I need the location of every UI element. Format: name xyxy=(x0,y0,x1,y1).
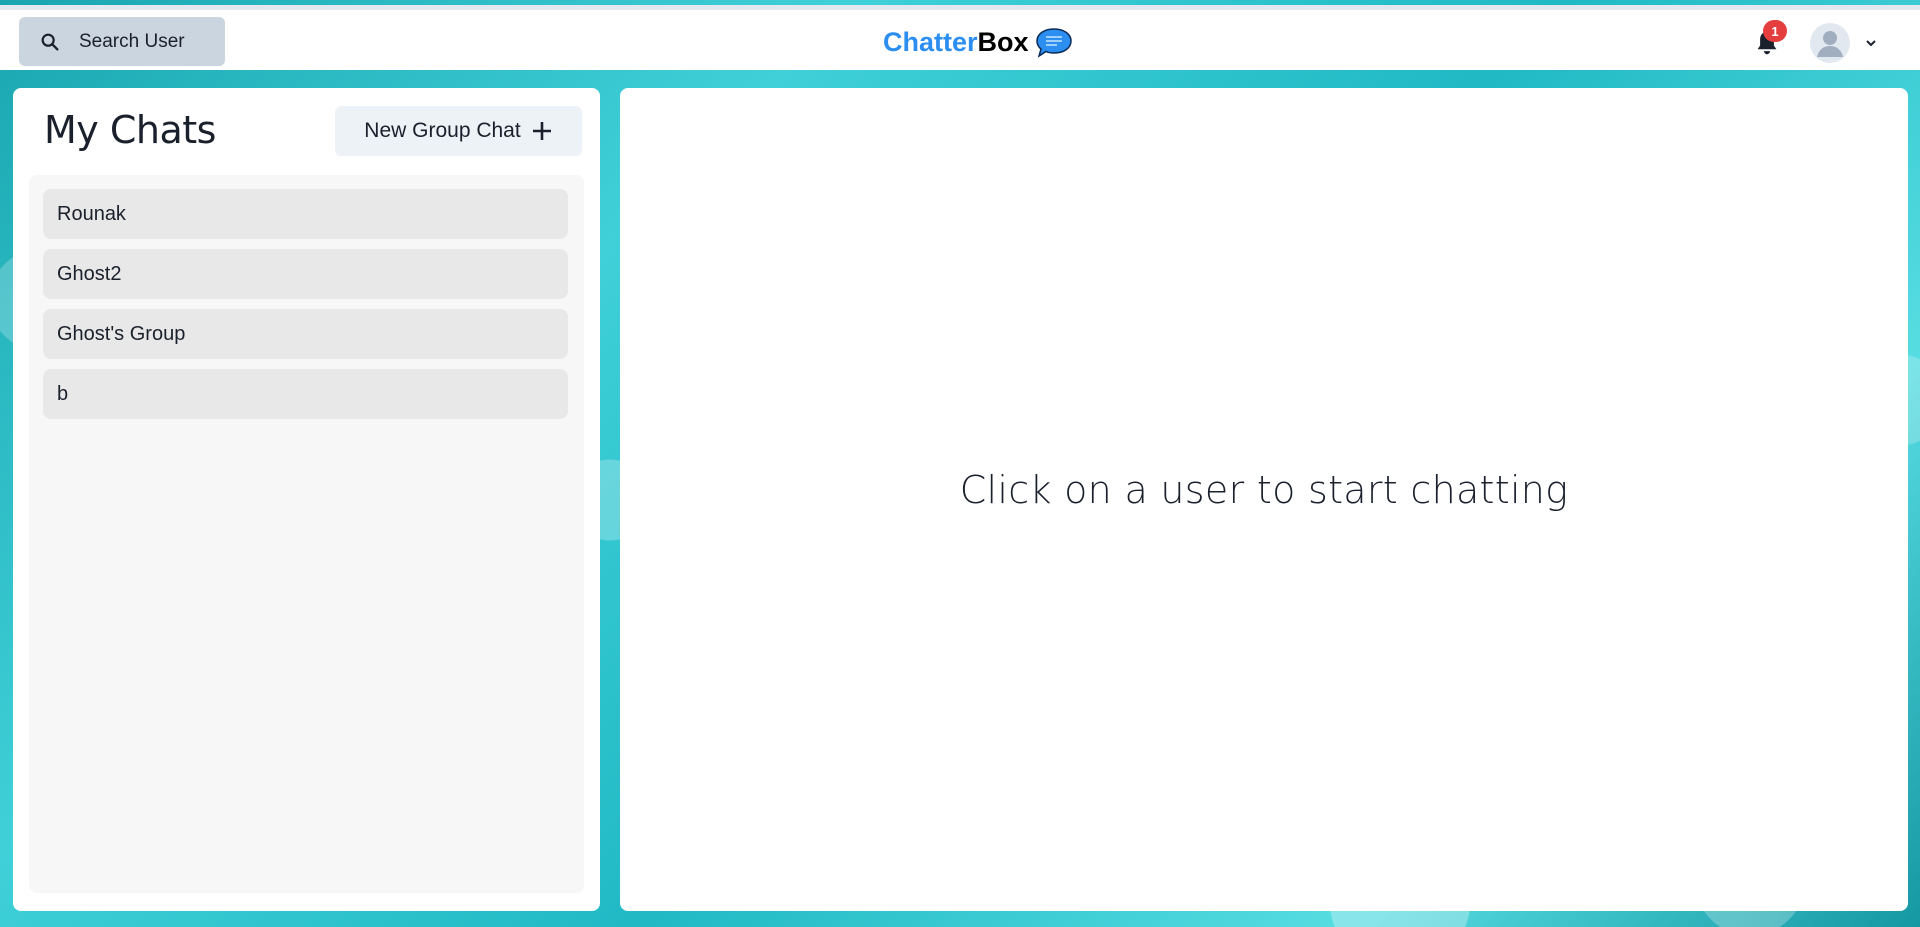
new-group-chat-label: New Group Chat xyxy=(364,119,521,142)
app-logo: Chatter Box xyxy=(883,20,1073,65)
chat-name: b xyxy=(57,382,69,405)
chat-list-item[interactable]: Ghost2 xyxy=(43,249,568,299)
new-group-chat-button[interactable]: New Group Chat xyxy=(335,106,582,156)
chat-name: Ghost's Group xyxy=(57,322,186,345)
notification-badge: 1 xyxy=(1763,20,1787,42)
brand-name-second: Box xyxy=(977,27,1029,57)
search-user-label: Search User xyxy=(79,30,185,52)
chat-list-item[interactable]: b xyxy=(43,369,568,419)
user-avatar-icon xyxy=(1810,23,1850,63)
search-user-button[interactable]: Search User xyxy=(19,17,225,66)
chat-bubble-icon xyxy=(1035,27,1072,58)
chat-list-item[interactable]: Rounak xyxy=(43,189,568,239)
plus-icon xyxy=(532,122,551,140)
profile-menu-button[interactable] xyxy=(1810,22,1882,64)
my-chats-title: My Chats xyxy=(44,108,216,152)
empty-chat-message: Click on a user to start chatting xyxy=(959,468,1569,512)
my-chats-panel: My Chats New Group Chat Rounak Ghost2 Gh… xyxy=(13,88,600,911)
chat-list-item[interactable]: Ghost's Group xyxy=(43,309,568,359)
chat-window-panel: Click on a user to start chatting xyxy=(620,88,1908,911)
chevron-down-icon xyxy=(1866,40,1876,47)
chat-name: Ghost2 xyxy=(57,262,122,285)
top-navbar: Search User Chatter Box 1 xyxy=(0,5,1920,70)
brand-name-first: Chatter xyxy=(883,27,978,57)
chat-name: Rounak xyxy=(57,202,126,225)
chat-list: Rounak Ghost2 Ghost's Group b xyxy=(29,175,584,893)
search-icon xyxy=(41,33,59,51)
